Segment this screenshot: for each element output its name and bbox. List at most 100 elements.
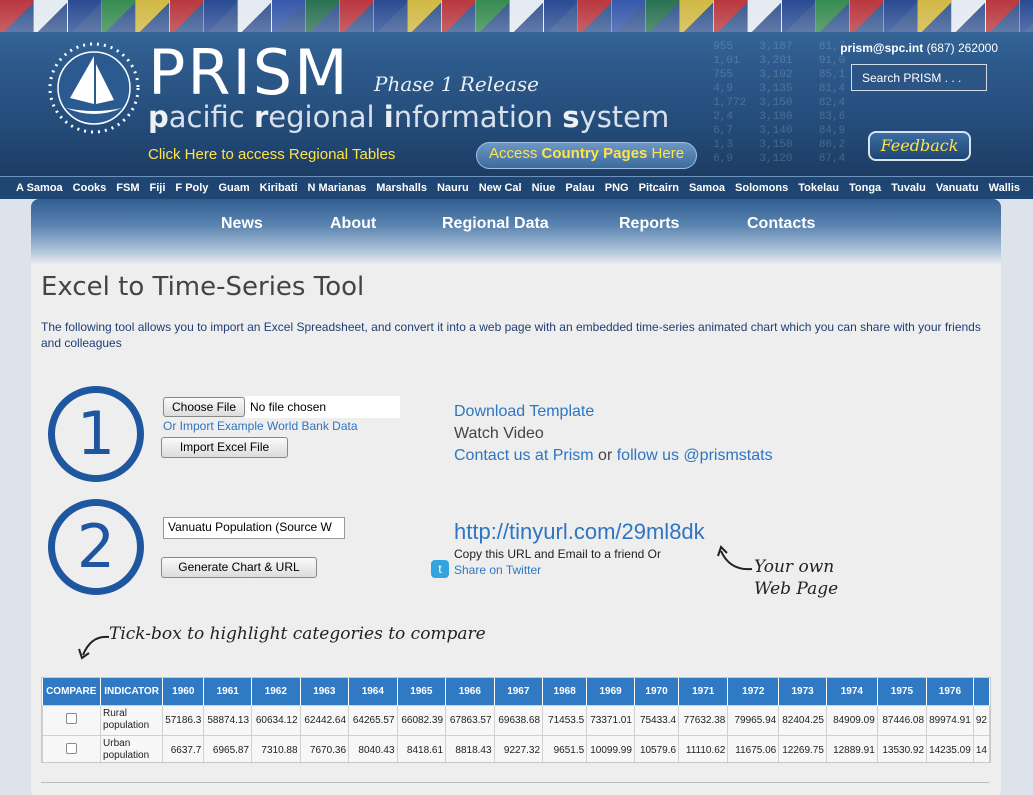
value-cell: 64265.57 bbox=[348, 704, 398, 736]
nav-news[interactable]: News bbox=[221, 215, 263, 233]
nav-regional-data[interactable]: Regional Data bbox=[442, 215, 549, 233]
generate-chart-button[interactable]: Generate Chart & URL bbox=[161, 557, 317, 578]
contact-link[interactable]: Contact us at Prism bbox=[454, 447, 594, 464]
choose-file-button[interactable]: Choose File bbox=[163, 397, 245, 417]
brand-tagline: pacific regional information system bbox=[148, 100, 670, 134]
value-cell: 12269.75 bbox=[778, 734, 827, 762]
column-header: 1969 bbox=[586, 678, 635, 705]
column-header: 1973 bbox=[778, 678, 827, 705]
value-cell: 12889.91 bbox=[825, 734, 878, 762]
compare-checkbox[interactable] bbox=[66, 713, 77, 724]
column-header: 1976 bbox=[926, 678, 974, 705]
nav-about[interactable]: About bbox=[330, 215, 376, 233]
column-header: 1970 bbox=[634, 678, 680, 705]
web-page-note: Your own Web Page bbox=[754, 557, 839, 599]
value-cell: 92 bbox=[972, 704, 990, 736]
contact-email[interactable]: prism@spc.int bbox=[840, 41, 923, 55]
step-two-badge: 2 bbox=[48, 499, 144, 595]
country-link[interactable]: A Samoa bbox=[10, 182, 67, 194]
indicator-cell: Urban population bbox=[100, 734, 164, 762]
country-link[interactable]: Kiribati bbox=[254, 182, 302, 194]
value-cell: 77632.38 bbox=[678, 704, 729, 736]
value-cell: 69638.68 bbox=[493, 704, 544, 736]
value-cell: 8040.43 bbox=[348, 734, 398, 762]
country-link[interactable]: Palau bbox=[559, 182, 598, 194]
country-link[interactable]: Tuvalu bbox=[885, 182, 930, 194]
column-header: 1968 bbox=[542, 678, 588, 705]
column-header: 1966 bbox=[445, 678, 495, 705]
data-table: COMPARE INDICATOR 1960 1961 1962 1963 1964 1965… bbox=[41, 677, 991, 763]
value-cell: 11110.62 bbox=[678, 734, 729, 762]
country-link[interactable]: Solomons bbox=[729, 182, 792, 194]
prism-page: 955 3,187 81,7 1,01 3,201 91,0 755 3,102… bbox=[0, 0, 1033, 795]
nav-reports[interactable]: Reports bbox=[619, 215, 679, 233]
country-link[interactable]: Guam bbox=[212, 182, 253, 194]
value-cell: 62442.64 bbox=[299, 704, 350, 736]
country-link[interactable]: FSM bbox=[110, 182, 143, 194]
country-link[interactable]: Nauru bbox=[431, 182, 473, 194]
value-cell: 67863.57 bbox=[445, 704, 495, 736]
country-link[interactable]: N Marianas bbox=[302, 182, 371, 194]
search-input[interactable] bbox=[851, 64, 987, 91]
table-row: Urban population 6637.7 6965.87 7310.88 7670… bbox=[42, 734, 990, 762]
value-cell: 9651.5 bbox=[542, 734, 588, 762]
column-header: 1975 bbox=[877, 678, 928, 705]
chart-title-input[interactable]: Vanuatu Population (Source W bbox=[163, 517, 345, 539]
twitter-icon[interactable]: t bbox=[431, 560, 449, 578]
value-cell: 87446.08 bbox=[876, 704, 928, 736]
value-cell: 57186.3 bbox=[162, 704, 205, 736]
column-header: COMPARE bbox=[42, 678, 102, 705]
country-link[interactable]: Tokelau bbox=[792, 182, 843, 194]
country-link[interactable]: Wallis bbox=[983, 182, 1024, 194]
value-cell: 7670.36 bbox=[299, 734, 350, 762]
watch-video-label[interactable]: Watch Video bbox=[454, 425, 544, 443]
nav-contacts[interactable]: Contacts bbox=[747, 215, 815, 233]
country-link[interactable]: Vanuatu bbox=[930, 182, 983, 194]
follow-link[interactable]: follow us @prismstats bbox=[617, 447, 773, 464]
import-example-link[interactable]: Or Import Example World Bank Data bbox=[163, 419, 358, 433]
generated-url-link[interactable]: http://tinyurl.com/29ml8dk bbox=[454, 519, 705, 545]
curved-arrow-icon bbox=[717, 545, 753, 571]
column-header: 1971 bbox=[678, 678, 729, 705]
table-header-row: COMPARE INDICATOR 1960 1961 1962 1963 1964 1965… bbox=[42, 678, 990, 705]
contact-follow-line: Contact us at Prism or follow us @prisms… bbox=[454, 447, 773, 464]
country-link[interactable]: Niue bbox=[526, 182, 560, 194]
country-link[interactable]: Samoa bbox=[683, 182, 729, 194]
country-link[interactable]: F Poly bbox=[169, 182, 212, 194]
feedback-button[interactable]: Feedback bbox=[868, 131, 971, 161]
country-link[interactable]: Fiji bbox=[144, 182, 170, 194]
country-pages-link[interactable]: Access Country Pages Here bbox=[476, 142, 698, 169]
country-nav-bar: A Samoa Cooks FSM Fiji F Poly Guam Kiribati N M… bbox=[0, 176, 1033, 199]
value-cell: 60634.12 bbox=[251, 704, 301, 736]
value-cell: 79965.94 bbox=[727, 704, 780, 736]
column-header: 1972 bbox=[727, 678, 780, 705]
country-link[interactable]: Marshalls bbox=[370, 182, 431, 194]
value-cell: 10099.99 bbox=[586, 734, 635, 762]
value-cell: 11675.06 bbox=[727, 734, 780, 762]
download-template-link[interactable]: Download Template bbox=[454, 403, 594, 421]
value-cell: 14 bbox=[972, 734, 990, 762]
value-cell: 73371.01 bbox=[586, 704, 635, 736]
step-one-badge: 1 bbox=[48, 386, 144, 482]
country-link[interactable]: New Cal bbox=[473, 182, 526, 194]
release-label: Phase 1 Release bbox=[374, 72, 539, 96]
regional-tables-link[interactable]: Click Here to access Regional Tables bbox=[148, 146, 395, 163]
value-cell: 9227.32 bbox=[493, 734, 544, 762]
value-cell: 8418.61 bbox=[396, 734, 447, 762]
value-cell: 7310.88 bbox=[251, 734, 301, 762]
value-cell: 14235.09 bbox=[926, 734, 974, 762]
compare-checkbox[interactable] bbox=[66, 743, 77, 754]
column-header: INDICATOR bbox=[100, 678, 164, 705]
share-twitter-link[interactable]: Share on Twitter bbox=[454, 563, 541, 577]
divider bbox=[41, 782, 989, 783]
country-link[interactable]: Tonga bbox=[843, 182, 885, 194]
value-cell: 10579.6 bbox=[633, 734, 680, 762]
main-nav: News About Regional Data Reports Contact… bbox=[31, 199, 1001, 265]
country-link[interactable]: Pitcairn bbox=[633, 182, 683, 194]
value-cell: 6637.7 bbox=[162, 734, 205, 762]
country-link[interactable]: Cooks bbox=[67, 182, 111, 194]
country-link[interactable]: PNG bbox=[599, 182, 633, 194]
value-cell: 89974.91 bbox=[926, 704, 974, 736]
site-header: 955 3,187 81,7 1,01 3,201 91,0 755 3,102… bbox=[0, 0, 1033, 176]
import-excel-button[interactable]: Import Excel File bbox=[161, 437, 288, 458]
